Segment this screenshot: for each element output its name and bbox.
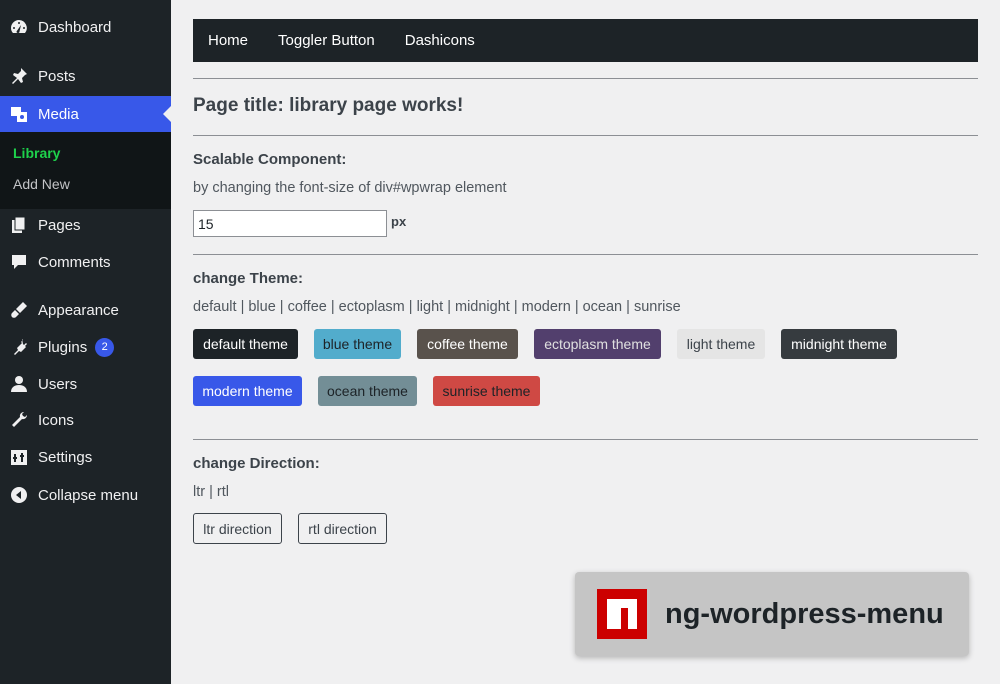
blue-theme-button[interactable]: blue theme (314, 329, 401, 359)
sidebar-item-label: Icons (38, 411, 74, 429)
ltr-direction-button[interactable]: ltr direction (193, 513, 282, 544)
sidebar-item-media[interactable]: Media (0, 96, 171, 132)
ocean-theme-button[interactable]: ocean theme (318, 376, 417, 406)
submenu-item-add-new[interactable]: Add New (13, 176, 70, 192)
font-size-unit: px (391, 214, 407, 229)
sidebar-item-collapse[interactable]: Collapse menu (0, 477, 171, 513)
divider (193, 78, 978, 79)
nav-link-toggler-button[interactable]: Toggler Button (278, 32, 375, 49)
divider (193, 254, 978, 255)
sidebar-item-comments[interactable]: Comments (0, 244, 171, 280)
sidebar-item-label: Posts (38, 67, 76, 85)
direction-heading: change Direction: (193, 455, 320, 472)
sidebar-item-label: Pages (38, 216, 81, 234)
sidebar-item-pages[interactable]: Pages (0, 207, 171, 243)
admin-sidebar: Dashboard Posts Media Library Add New Pa… (0, 0, 171, 684)
coffee-theme-button[interactable]: coffee theme (417, 329, 518, 359)
scalable-heading: Scalable Component: (193, 151, 347, 168)
modern-theme-button[interactable]: modern theme (193, 376, 302, 406)
sidebar-item-users[interactable]: Users (0, 366, 171, 402)
submenu-item-library[interactable]: Library (13, 145, 60, 161)
font-size-input[interactable] (193, 210, 387, 237)
pages-icon (9, 215, 29, 235)
sidebar-item-dashboard[interactable]: Dashboard (0, 9, 171, 45)
sidebar-item-label: Collapse menu (38, 486, 139, 504)
sidebar-item-posts[interactable]: Posts (0, 58, 171, 94)
top-navbar: Home Toggler Button Dashicons (193, 19, 978, 62)
sidebar-item-label: Appearance (38, 301, 119, 319)
wrench-icon (9, 410, 29, 430)
direction-options-text: ltr | rtl (193, 484, 229, 500)
sidebar-item-label: Dashboard (38, 18, 112, 36)
dashboard-icon (9, 17, 29, 37)
theme-heading: change Theme: (193, 270, 304, 287)
sidebar-item-plugins[interactable]: Plugins 2 (0, 329, 171, 365)
nav-link-home[interactable]: Home (208, 32, 248, 49)
badge-package-name: ng-wordpress-menu (665, 597, 944, 630)
comment-icon (9, 252, 29, 272)
npm-logo-mark (607, 599, 637, 629)
sidebar-item-label: Media (38, 105, 79, 123)
pin-icon (9, 66, 29, 86)
sidebar-item-label: Users (38, 375, 78, 393)
light-theme-button[interactable]: light theme (677, 329, 765, 359)
scalable-description: by changing the font-size of div#wpwrap … (193, 180, 507, 196)
brush-icon (9, 300, 29, 320)
ectoplasm-theme-button[interactable]: ectoplasm theme (534, 329, 661, 359)
rtl-direction-button[interactable]: rtl direction (298, 513, 387, 544)
divider (193, 135, 978, 136)
default-theme-button[interactable]: default theme (193, 329, 298, 359)
media-icon (9, 104, 29, 124)
sidebar-item-icons[interactable]: Icons (0, 402, 171, 438)
sidebar-item-label: Comments (38, 253, 111, 271)
plugins-update-badge: 2 (95, 337, 115, 357)
user-icon (9, 374, 29, 394)
npm-package-badge[interactable]: ng-wordpress-menu (575, 572, 969, 656)
collapse-icon (9, 485, 29, 505)
page-title: Page title: library page works! (193, 95, 464, 116)
sunrise-theme-button[interactable]: sunrise theme (433, 376, 540, 406)
divider (193, 439, 978, 440)
midnight-theme-button[interactable]: midnight theme (781, 329, 897, 359)
sidebar-item-label: Plugins (38, 338, 88, 356)
settings-icon (9, 447, 29, 467)
sidebar-item-appearance[interactable]: Appearance (0, 292, 171, 328)
sidebar-item-label: Settings (38, 448, 93, 466)
sidebar-item-settings[interactable]: Settings (0, 439, 171, 475)
plug-icon (9, 337, 29, 357)
nav-link-dashicons[interactable]: Dashicons (405, 32, 475, 49)
theme-options-text: default | blue | coffee | ectoplasm | li… (193, 299, 681, 315)
npm-logo (597, 589, 647, 639)
media-submenu: Library Add New (0, 132, 171, 209)
